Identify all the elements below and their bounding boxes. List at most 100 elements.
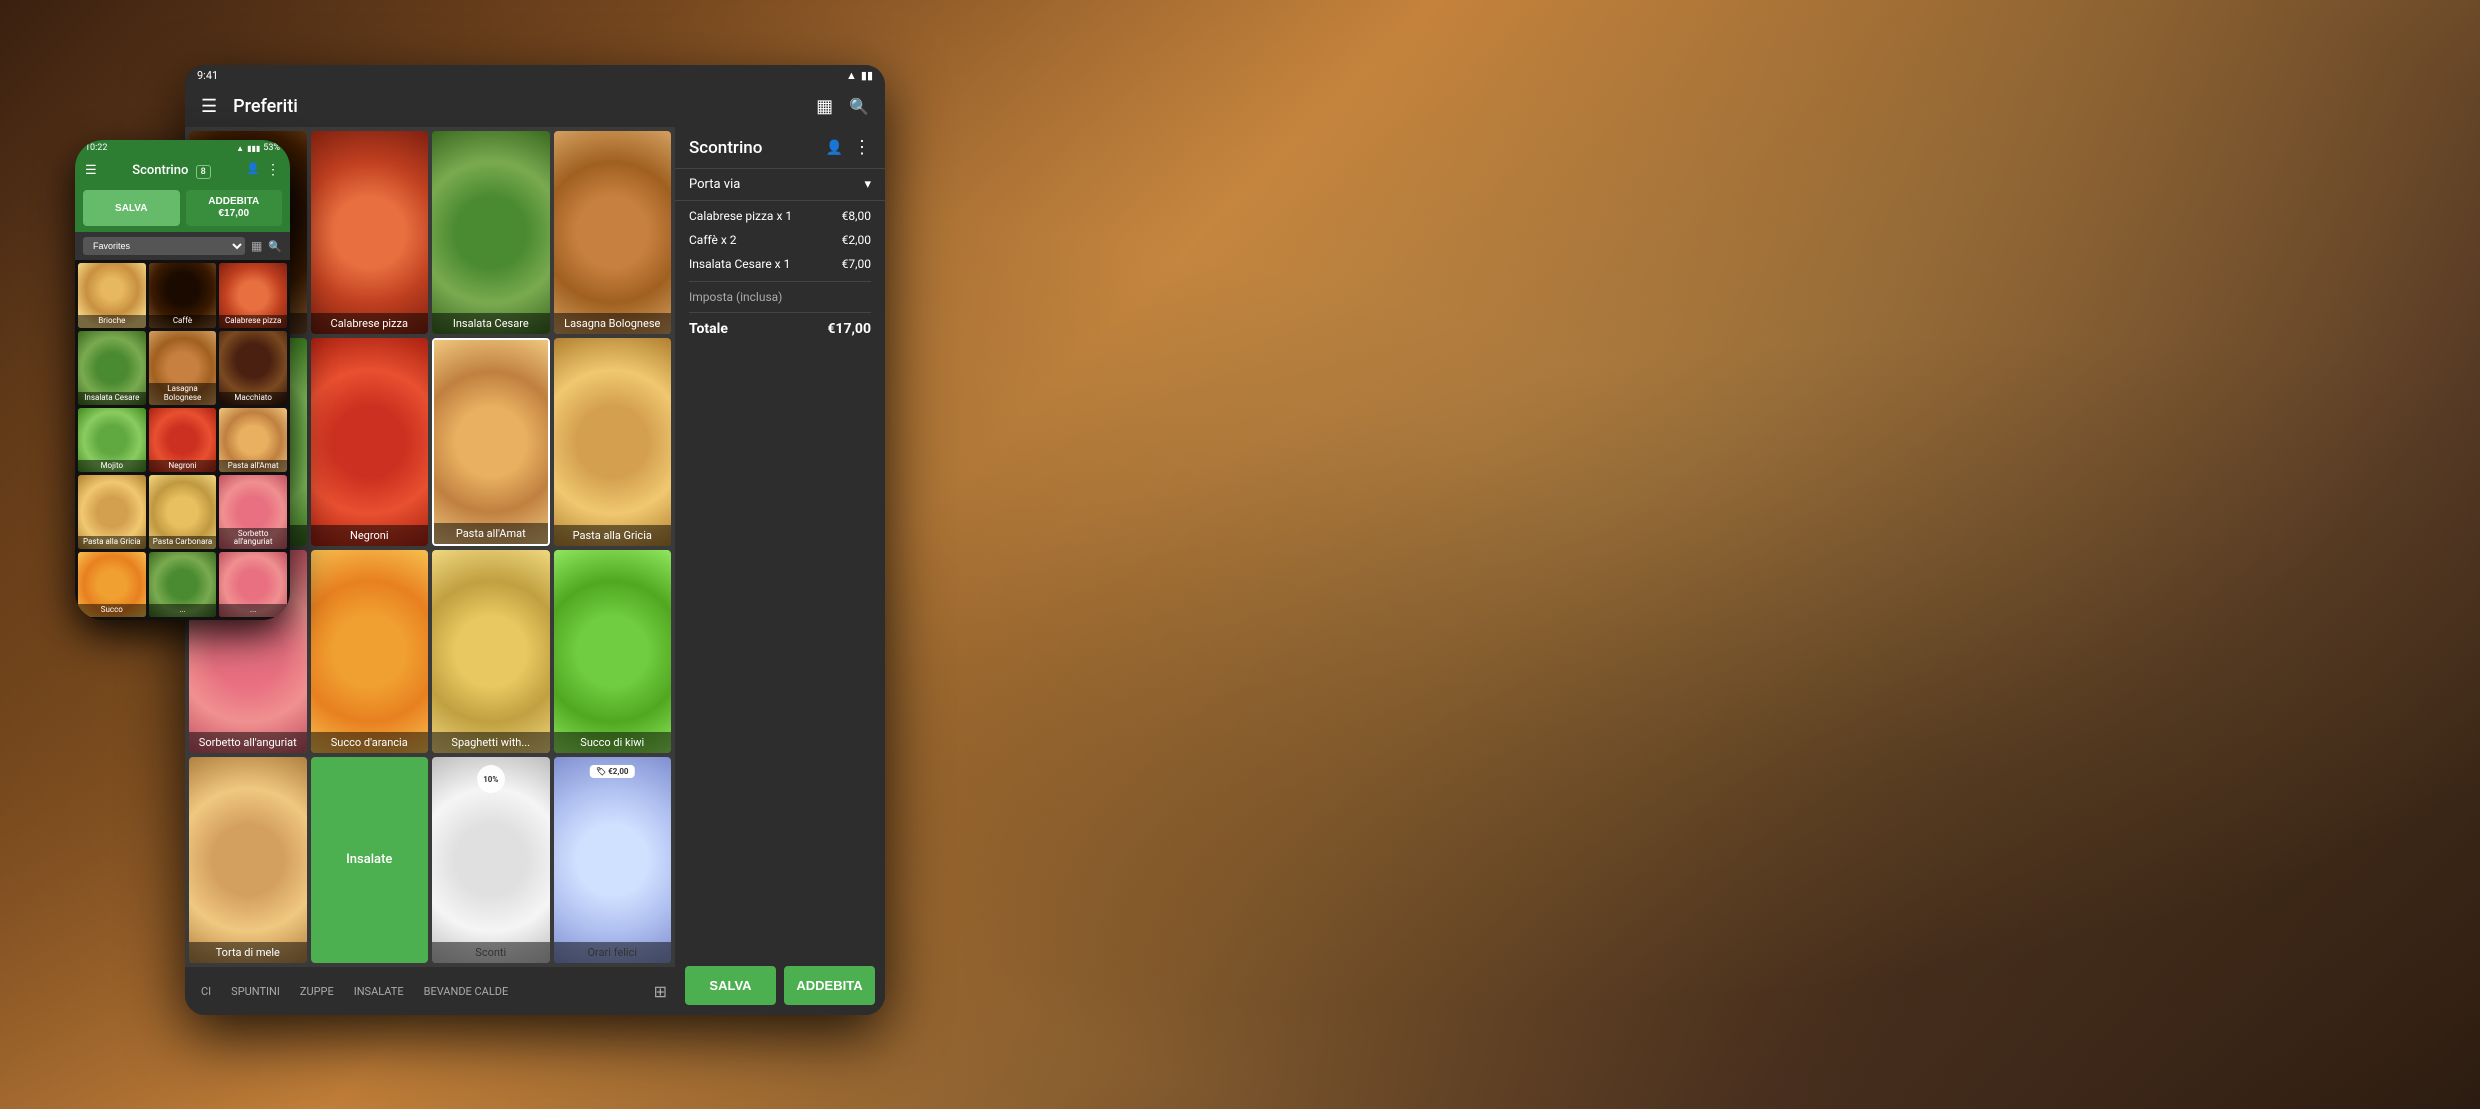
menu-item-sconti-label: Sconti xyxy=(432,942,550,963)
phone-item-mojito[interactable]: Mojito xyxy=(78,408,146,473)
phone-qr-icon[interactable]: ▦ xyxy=(251,239,262,253)
orari-tag: 🏷€2,00 xyxy=(590,765,634,778)
menu-item-pasta-amat[interactable]: Pasta all'Amat xyxy=(432,338,550,545)
receipt-footer: SALVA ADDEBITA xyxy=(675,956,885,1015)
search-icon[interactable]: 🔍 xyxy=(849,97,869,116)
category-bar: CI SPUNTINI ZUPPE INSALATE BEVANDE CALDE xyxy=(185,967,675,1015)
phone-item-brioche[interactable]: Brioche xyxy=(78,263,146,328)
receipt-item-insalata-price: €7,00 xyxy=(842,257,871,271)
phone-item-succo[interactable]: Succo xyxy=(78,552,146,617)
receipt-total: Totale €17,00 xyxy=(689,312,871,345)
phone-item-mojito-label: Mojito xyxy=(78,460,146,473)
phone-person-add-icon[interactable]: 👤 xyxy=(246,162,260,178)
receipt-delivery-dropdown[interactable]: Porta via ▾ xyxy=(675,169,885,201)
phone-hamburger-icon[interactable]: ☰ xyxy=(85,163,97,178)
phone-item-pasta-gricia[interactable]: Pasta alla Gricia xyxy=(78,475,146,549)
menu-item-spaghetti-bg xyxy=(432,550,550,753)
addebita-button[interactable]: ADDEBITA xyxy=(784,966,875,1005)
phone-item-caffe[interactable]: Caffè xyxy=(149,263,217,328)
delivery-label: Porta via xyxy=(689,177,740,192)
menu-item-pasta-gricia[interactable]: Pasta alla Gricia xyxy=(554,338,672,545)
person-add-icon[interactable]: 👤 xyxy=(826,140,843,156)
menu-item-calabrese-label: Calabrese pizza xyxy=(311,313,429,334)
qr-icon[interactable]: ▦ xyxy=(816,96,833,117)
menu-item-negroni[interactable]: Negroni xyxy=(311,338,429,545)
phone-item-macchiato-label: Macchiato xyxy=(219,392,287,405)
receipt-item-caffe-price: €2,00 xyxy=(842,233,871,247)
phone-item-macchiato[interactable]: Macchiato xyxy=(219,331,287,405)
phone-items-grid: Brioche Caffè Calabrese pizza Insalata C… xyxy=(75,260,290,620)
menu-item-torta[interactable]: Torta di mele xyxy=(189,757,307,963)
menu-item-sorbetto-label: Sorbetto all'anguriat xyxy=(189,732,307,753)
category-ci[interactable]: CI xyxy=(193,981,219,1002)
menu-item-orari[interactable]: 🏷€2,00 Orari felici xyxy=(554,757,672,963)
phone-title: Scontrino 8 xyxy=(132,163,210,178)
receipt-item-insalata: Insalata Cesare x 1 €7,00 xyxy=(689,257,871,271)
receipt-divider xyxy=(689,281,871,282)
phone-item-calabrese[interactable]: Calabrese pizza xyxy=(219,263,287,328)
phone-item-pasta-gricia-label: Pasta alla Gricia xyxy=(78,536,146,549)
phone-item-insalata-label: Insalata Cesare xyxy=(78,392,146,405)
phone-item-sorbetto[interactable]: Sorbetto all'anguriat xyxy=(219,475,287,549)
phone-item-pasta-carb-label: Pasta Carbonara xyxy=(149,536,217,549)
tablet-header: Preferiti ▦ 🔍 xyxy=(185,86,885,127)
phone-addebita-button[interactable]: ADDEBITA€17,00 xyxy=(186,190,283,226)
phone-filter-select[interactable]: Favorites xyxy=(83,237,245,255)
menu-item-orari-label: Orari felici xyxy=(554,942,672,963)
salva-button[interactable]: SALVA xyxy=(685,966,776,1005)
menu-item-spaghetti[interactable]: Spaghetti with... xyxy=(432,550,550,753)
menu-item-succo[interactable]: Succo d'arancia xyxy=(311,550,429,753)
receipt-item-calabrese: Calabrese pizza x 1 €8,00 xyxy=(689,209,871,223)
phone-item-negroni-label: Negroni xyxy=(149,460,217,473)
tablet-device: 9:41 ▲ ▮▮ Preferiti ▦ 🔍 Caffè xyxy=(185,65,885,1015)
menu-item-insalata-bg xyxy=(432,131,550,334)
phone-item-brioche-label: Brioche xyxy=(78,315,146,328)
category-insalate[interactable]: INSALATE xyxy=(346,981,412,1002)
phone-item-insalata[interactable]: Insalata Cesare xyxy=(78,331,146,405)
phone-item-pasta-carb[interactable]: Pasta Carbonara xyxy=(149,475,217,549)
menu-item-sconti[interactable]: 10% Sconti xyxy=(432,757,550,963)
phone-header-actions: 👤 ⋮ xyxy=(246,162,280,178)
receipt-item-caffe-name: Caffè x 2 xyxy=(689,233,842,247)
tablet-status-icons: ▲ ▮▮ xyxy=(846,69,873,82)
phone-wifi-icon: ▲ xyxy=(236,144,244,153)
phone-search-icon[interactable]: 🔍 xyxy=(268,240,282,253)
tablet-title: Preferiti xyxy=(233,96,298,117)
menu-item-calabrese-bg xyxy=(311,131,429,334)
phone-more-icon[interactable]: ⋮ xyxy=(266,162,280,178)
battery-icon: ▮▮ xyxy=(861,69,873,82)
more-vert-icon[interactable]: ⋮ xyxy=(853,137,871,158)
phone-item-pasta-amat[interactable]: Pasta all'Amat xyxy=(219,408,287,473)
receipt-area: Scontrino 👤 ⋮ Porta via ▾ Calabrese pizz… xyxy=(675,127,885,1015)
menu-item-insalate[interactable]: Insalate xyxy=(311,757,429,963)
menu-item-insalata[interactable]: Insalata Cesare xyxy=(432,131,550,334)
menu-item-spaghetti-label: Spaghetti with... xyxy=(432,732,550,753)
menu-item-insalata-label: Insalata Cesare xyxy=(432,313,550,334)
hamburger-icon[interactable] xyxy=(201,96,217,117)
menu-item-torta-bg xyxy=(189,757,307,963)
grid-view-icon[interactable] xyxy=(654,982,667,1001)
phone-item-lasagna[interactable]: Lasagna Bolognese xyxy=(149,331,217,405)
phone-item-misc[interactable]: ... xyxy=(219,552,287,617)
receipt-items-list: Calabrese pizza x 1 €8,00 Caffè x 2 €2,0… xyxy=(675,201,885,956)
category-bevande[interactable]: BEVANDE CALDE xyxy=(416,981,517,1002)
total-label: Totale xyxy=(689,321,728,337)
menu-item-calabrese[interactable]: Calabrese pizza xyxy=(311,131,429,334)
phone-time: 10:22 xyxy=(85,143,107,153)
phone-salva-button[interactable]: SALVA xyxy=(83,190,180,226)
phone-header: ☰ Scontrino 8 👤 ⋮ xyxy=(75,156,290,184)
tablet-header-left: Preferiti xyxy=(201,96,298,117)
menu-item-orari-bg xyxy=(554,757,672,963)
category-zuppe[interactable]: ZUPPE xyxy=(292,981,342,1002)
phone-item-lasagna-label: Lasagna Bolognese xyxy=(149,383,217,405)
tablet-status-bar: 9:41 ▲ ▮▮ xyxy=(185,65,885,86)
menu-item-succo-kiwi[interactable]: Succo di kiwi xyxy=(554,550,672,753)
category-spuntini[interactable]: SPUNTINI xyxy=(223,981,288,1002)
phone-item-succo-label: Succo xyxy=(78,604,146,617)
menu-item-lasagna[interactable]: Lasagna Bolognese xyxy=(554,131,672,334)
phone-item-insalata2[interactable]: ... xyxy=(149,552,217,617)
phone-item-negroni[interactable]: Negroni xyxy=(149,408,217,473)
receipt-item-insalata-name: Insalata Cesare x 1 xyxy=(689,257,842,271)
phone-battery-text: 53% xyxy=(263,143,280,153)
tax-label: Imposta (inclusa) xyxy=(689,290,782,304)
